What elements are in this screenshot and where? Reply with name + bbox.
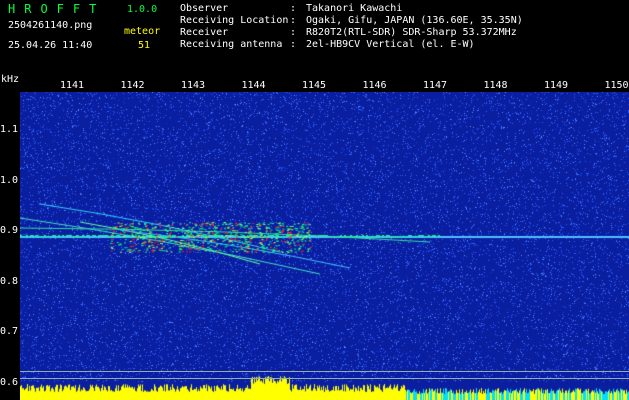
time-tick: 1145	[302, 80, 327, 91]
time-tick: 1146	[362, 80, 387, 91]
info-row-location: Receiving Location: Ogaki, Gifu, JAPAN (1…	[180, 15, 523, 26]
time-tick: 1147	[423, 80, 448, 91]
time-tick: 1149	[544, 80, 569, 91]
app-version: 1.0.0	[127, 4, 158, 15]
mode-label: meteor	[124, 26, 161, 37]
info-row-receiver: Receiver: R820T2(RTL-SDR) SDR-Sharp 53.37…	[180, 27, 517, 38]
level-line-upper	[20, 371, 629, 372]
level-line-lower	[20, 378, 629, 379]
time-tick: 1150	[604, 80, 629, 91]
freq-tick: 1.0	[0, 174, 19, 186]
filename: 2504261140.png	[8, 20, 93, 31]
app-title: HROFFT	[8, 2, 106, 16]
info-row-antenna: Receiving antenna:2el-HB9CV Vertical (el…	[180, 39, 475, 50]
freq-tick: 0.7	[0, 326, 19, 337]
freq-tick: 0.6	[0, 376, 19, 388]
time-tick: 1143	[181, 80, 206, 91]
header-panel: HROFFT 1.0.0 2504261140.png meteor 25.04…	[0, 0, 629, 74]
time-tick: 1142	[120, 80, 145, 91]
time-tick: 1141	[60, 80, 85, 91]
info-row-observer: Observer: Takanori Kawachi	[180, 3, 403, 14]
station-info: Observer: Takanori Kawachi Receiving Loca…	[180, 3, 523, 51]
datetime: 25.04.26 11:40	[8, 40, 93, 51]
time-tick: 1144	[241, 80, 266, 91]
spectrogram-canvas	[20, 92, 629, 400]
freq-tick: 0.8	[0, 275, 19, 287]
time-tick: 1148	[483, 80, 508, 91]
meteor-count: 51	[138, 40, 151, 51]
y-unit-label: kHz	[1, 74, 20, 85]
freq-tick: 1.1	[0, 124, 19, 135]
freq-tick: 0.9	[0, 225, 19, 236]
